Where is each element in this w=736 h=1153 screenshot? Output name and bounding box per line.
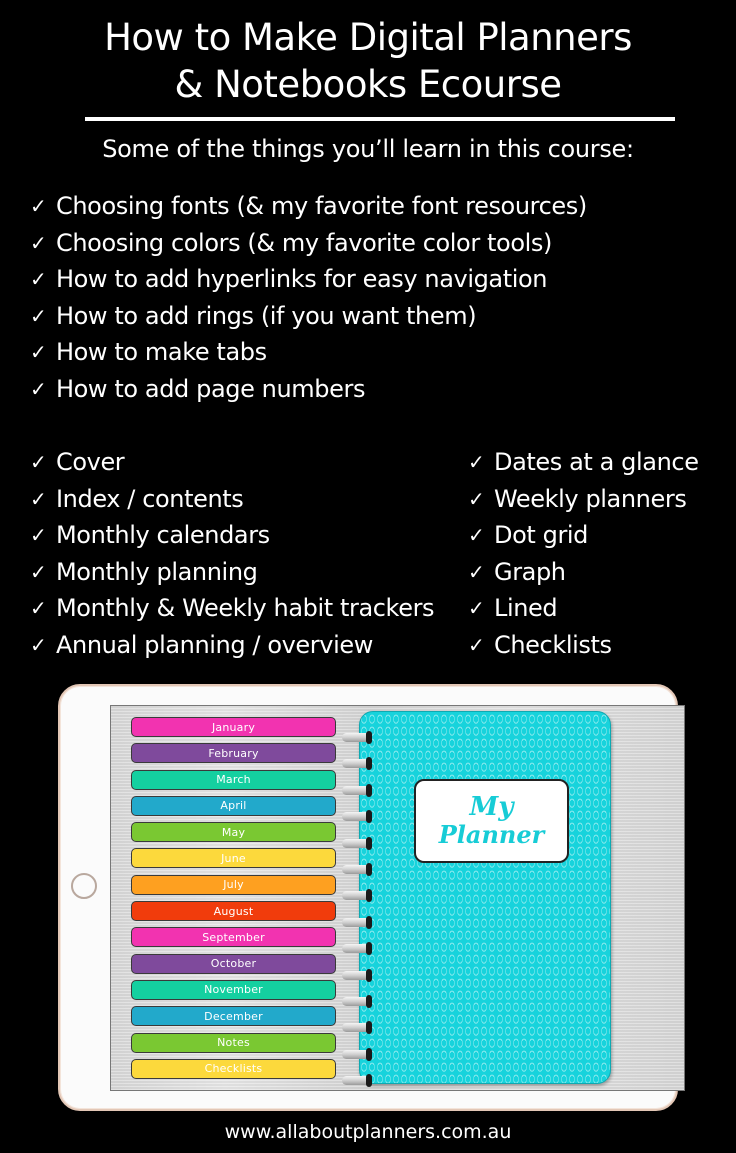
page-type-item: ✓ Index / contents (30, 481, 434, 518)
title-divider (85, 117, 675, 121)
binder-ring (342, 994, 372, 1008)
home-button[interactable] (71, 873, 97, 899)
page-type-item-label: Monthly calendars (56, 521, 270, 550)
skills-list: ✓ Choosing fonts (& my favorite font reso… (30, 188, 587, 407)
tab-july[interactable]: July (131, 874, 336, 895)
binder-ring (342, 942, 372, 956)
page-type-item: ✓ Cover (30, 444, 434, 481)
pages-list-left: ✓ Cover ✓ Index / contents ✓ Monthly calendar… (30, 444, 435, 664)
page-type-item-label: Annual planning / overview (56, 630, 373, 659)
page-type-item-label: Graph (494, 557, 566, 586)
checkmark-icon: ✓ (30, 230, 47, 255)
checkmark-icon: ✓ (30, 450, 47, 475)
page-type-item-label: Index / contents (56, 484, 244, 513)
tablet-device: January February March April May June July Augu… (58, 684, 685, 1111)
tab-february[interactable]: February (131, 743, 336, 764)
checkmark-icon: ✓ (30, 559, 47, 584)
page-type-item: ✓ Monthly calendars (30, 517, 434, 554)
checkmark-icon: ✓ (468, 596, 485, 621)
page-type-item-label: Cover (56, 448, 125, 477)
skill-item-label: How to add rings (if you want them) (56, 301, 477, 330)
tab-november[interactable]: November (131, 979, 336, 1000)
checkmark-icon: ✓ (30, 340, 47, 365)
planner-tabs: January February March April May June July Augu… (131, 717, 336, 1085)
tab-january[interactable]: January (131, 717, 336, 737)
page-type-item: ✓ Weekly planners (468, 481, 699, 518)
page-type-item-label: Dates at a glance (494, 448, 699, 477)
page-type-item-label: Monthly planning (56, 557, 258, 586)
binder-ring (342, 757, 372, 771)
tab-may[interactable]: May (131, 822, 336, 843)
tab-checklists[interactable]: Checklists (131, 1058, 336, 1079)
checkmark-icon: ✓ (30, 303, 47, 328)
page-type-item: ✓ Monthly planning (30, 554, 434, 591)
binder-ring (342, 1021, 372, 1035)
binder-ring (342, 836, 372, 850)
page-type-item: ✓ Dates at a glance (468, 444, 699, 481)
skill-item: ✓ How to make tabs (30, 334, 587, 371)
skill-item: ✓ How to add page numbers (30, 371, 587, 408)
checkmark-icon: ✓ (30, 486, 47, 511)
page-type-item-label: Weekly planners (494, 484, 687, 513)
page-type-item-label: Checklists (494, 630, 612, 659)
website-url[interactable]: www.allaboutplanners.com.au (0, 1121, 736, 1143)
checkmark-icon: ✓ (468, 632, 485, 657)
page-type-item-label: Monthly & Weekly habit trackers (56, 594, 435, 623)
skill-item: ✓ How to add hyperlinks for easy navigati… (30, 261, 587, 298)
page-type-item: ✓ Monthly & Weekly habit trackers (30, 590, 435, 627)
binder-ring (342, 889, 372, 903)
tab-september[interactable]: September (131, 927, 336, 948)
cover-title-line-2: Planner (438, 820, 545, 849)
page-type-item: ✓ Lined (468, 590, 699, 627)
binder-ring (342, 862, 372, 876)
title-line-2: & Notebooks Ecourse (174, 63, 563, 106)
skill-item-label: Choosing colors (& my favorite color too… (56, 228, 552, 257)
checkmark-icon: ✓ (468, 559, 485, 584)
skill-item: ✓ Choosing fonts (& my favorite font reso… (30, 188, 587, 225)
subtitle: Some of the things you’ll learn in this … (102, 135, 634, 163)
binder-ring (342, 915, 372, 929)
title-line-1: How to Make Digital Planners (104, 16, 632, 59)
checkmark-icon: ✓ (30, 267, 47, 292)
page-type-item: ✓ Annual planning / overview (30, 627, 434, 664)
binder-ring (342, 731, 372, 744)
binder-ring (342, 783, 372, 797)
tab-march[interactable]: March (131, 769, 336, 790)
binder-ring (342, 1047, 372, 1061)
binder-rings (342, 731, 372, 1102)
planner-cover[interactable]: My Planner (359, 711, 611, 1084)
page-type-item: ✓ Checklists (468, 627, 699, 664)
tab-august[interactable]: August (131, 901, 336, 922)
checkmark-icon: ✓ (30, 632, 47, 657)
checkmark-icon: ✓ (30, 376, 47, 401)
skill-item-label: How to add hyperlinks for easy navigatio… (56, 265, 548, 294)
tab-december[interactable]: December (131, 1006, 336, 1027)
tablet-screen: January February March April May June July Augu… (110, 705, 685, 1091)
tab-notes[interactable]: Notes (131, 1032, 336, 1053)
page-type-item: ✓ Graph (468, 554, 699, 591)
checkmark-icon: ✓ (468, 450, 485, 475)
skill-item-label: Choosing fonts (& my favorite font resou… (56, 192, 587, 221)
tab-june[interactable]: June (131, 848, 336, 869)
tab-april[interactable]: April (131, 795, 336, 816)
checkmark-icon: ✓ (468, 523, 485, 548)
checkmark-icon: ✓ (30, 596, 47, 621)
binder-ring (342, 968, 372, 982)
binder-ring (342, 1074, 372, 1088)
cover-label: My Planner (414, 779, 569, 863)
skill-item-label: How to make tabs (56, 338, 267, 367)
skill-item: ✓ Choosing colors (& my favorite color to… (30, 225, 587, 262)
pages-list-right: ✓ Dates at a glance ✓ Weekly planners ✓ Dot g… (468, 444, 699, 663)
page-type-item: ✓ Dot grid (468, 517, 699, 554)
cover-title-line-1: My (469, 792, 514, 822)
binder-ring (342, 810, 372, 824)
skill-item-label: How to add page numbers (56, 374, 366, 403)
page-type-item-label: Dot grid (494, 521, 589, 550)
checkmark-icon: ✓ (30, 523, 47, 548)
checkmark-icon: ✓ (468, 486, 485, 511)
skill-item: ✓ How to add rings (if you want them) (30, 298, 587, 335)
page-type-item-label: Lined (494, 594, 558, 623)
tab-october[interactable]: October (131, 953, 336, 974)
checkmark-icon: ✓ (30, 194, 47, 219)
